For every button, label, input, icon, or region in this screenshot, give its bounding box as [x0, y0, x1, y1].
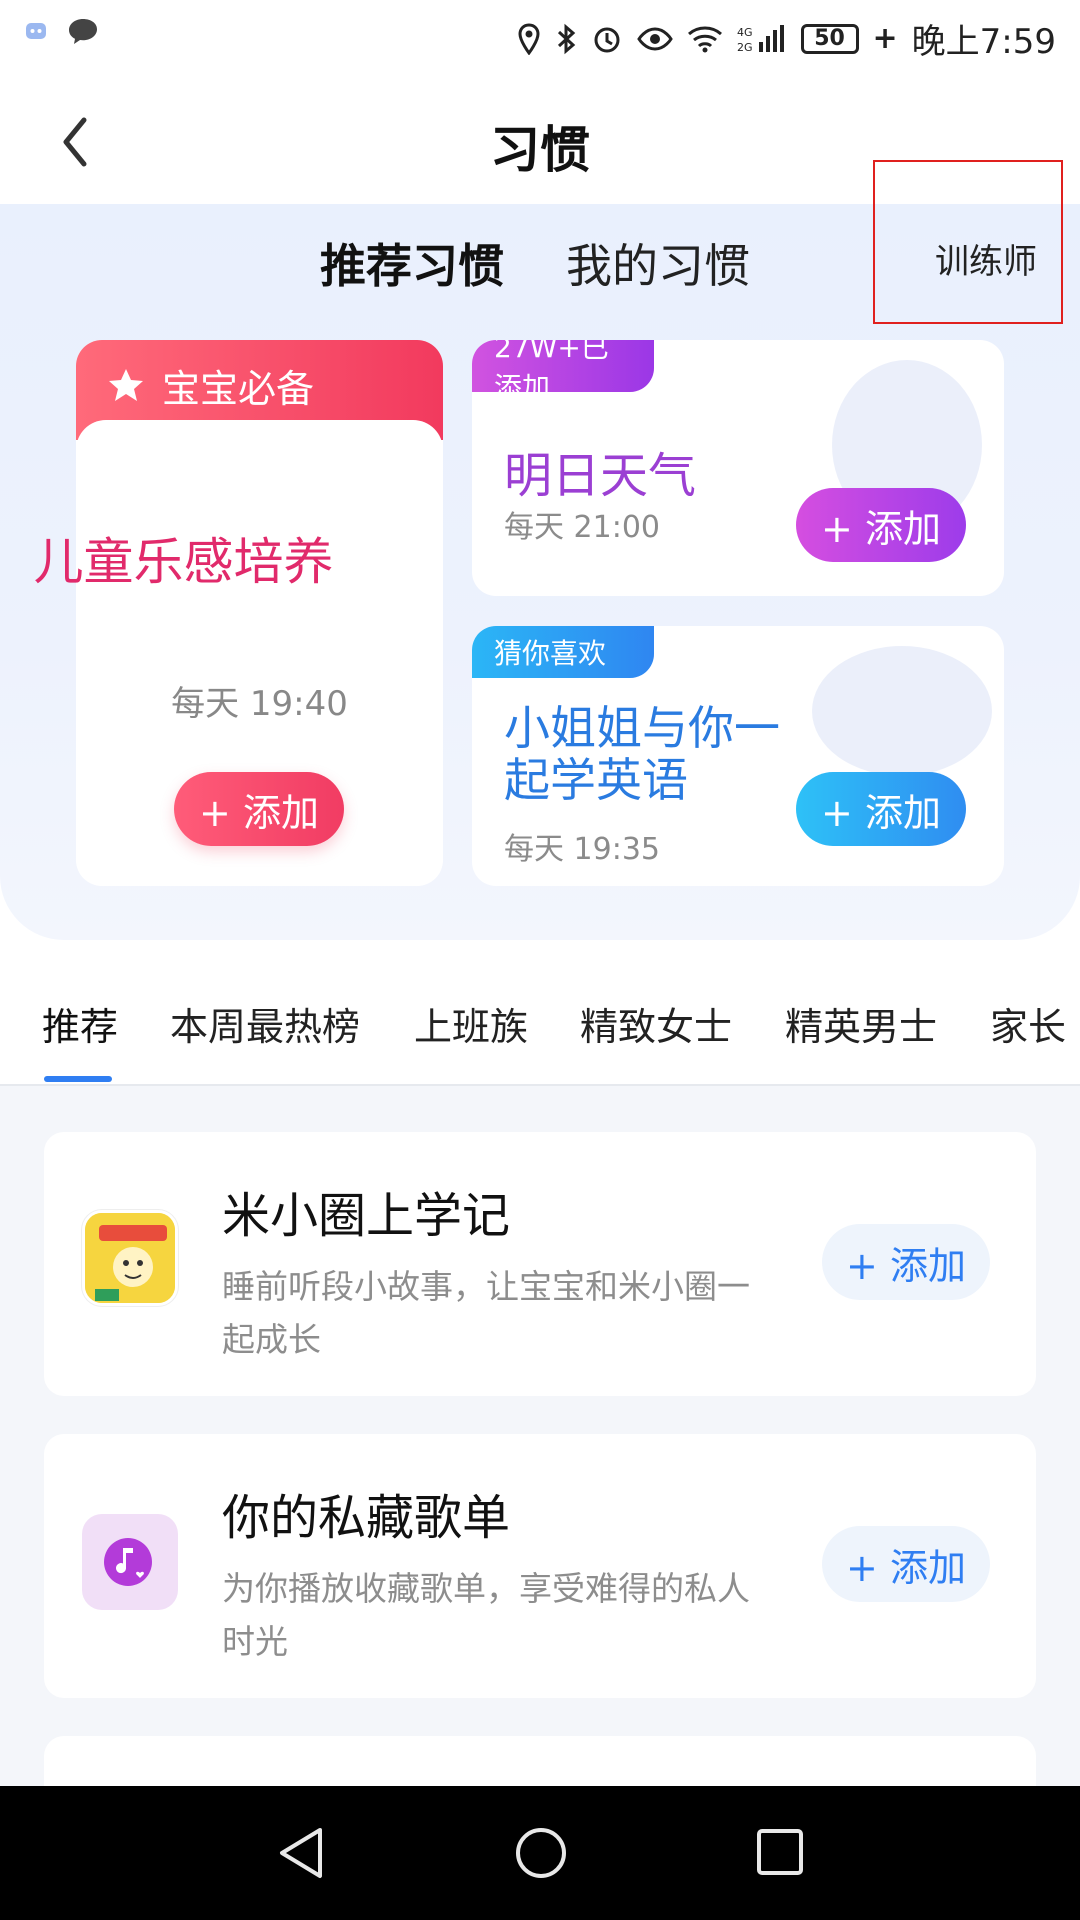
category-tabs: 推荐 本周最热榜 上班族 精致女士 精英男士 家长	[0, 996, 1080, 1086]
wifi-icon	[687, 26, 722, 52]
eye-icon	[636, 26, 673, 51]
status-left-icons	[24, 16, 100, 46]
nav-recents-icon[interactable]	[756, 1828, 804, 1876]
status-right-icons: 4G 2G 50 + 晚上7:59	[517, 14, 1056, 63]
habit-list: 米小圈上学记 睡前听段小故事，让宝宝和米小圈一起成长 + 添加 你的私藏歌单 为…	[0, 1086, 1080, 1856]
habit-tabs: 推荐习惯 我的习惯	[320, 230, 750, 296]
alarm-icon	[594, 27, 619, 52]
list-add-button[interactable]: + 添加	[822, 1526, 990, 1602]
battery-indicator: 50	[800, 23, 859, 54]
star-icon	[109, 369, 143, 401]
featured-card-badge: 宝宝必备	[162, 367, 315, 411]
book-cover-icon	[82, 1210, 178, 1306]
weather-habit-card[interactable]: 27W+已添加 明日天气 每天 21:00 + 添加	[472, 340, 1004, 596]
english-habit-card[interactable]: 猜你喜欢 小姐姐与你一起学英语 每天 19:35 + 添加	[472, 626, 1004, 886]
tab-recommended-habits[interactable]: 推荐习惯	[320, 230, 504, 296]
nav-home-icon[interactable]	[514, 1826, 568, 1880]
category-tab-office-workers[interactable]: 上班族	[414, 996, 528, 1051]
list-add-button[interactable]: + 添加	[822, 1224, 990, 1300]
status-time: 晚上7:59	[911, 22, 1056, 62]
category-tab-ladies[interactable]: 精致女士	[580, 996, 732, 1051]
signal-icon: 4G2G	[737, 24, 784, 54]
english-card-badge: 猜你喜欢	[472, 626, 654, 678]
location-icon	[517, 22, 540, 55]
bluetooth-icon	[557, 23, 575, 54]
english-card-time: 每天 19:35	[504, 832, 660, 867]
category-tab-weekly-hot[interactable]: 本周最热榜	[170, 996, 360, 1051]
featured-add-button[interactable]: + 添加	[174, 772, 344, 846]
active-tab-indicator	[44, 1076, 112, 1082]
highlight-box	[873, 160, 1063, 324]
weather-card-time: 每天 21:00	[504, 510, 660, 545]
category-tab-parents[interactable]: 家长	[990, 996, 1066, 1051]
weather-card-badge: 27W+已添加	[472, 340, 654, 404]
nav-back-icon[interactable]	[276, 1826, 328, 1880]
featured-card-time: 每天 19:40	[171, 684, 348, 724]
english-card-title: 小姐姐与你一起学英语	[504, 701, 780, 807]
svg-text:4G: 4G	[737, 26, 753, 39]
decorative-cloud-shape	[812, 646, 992, 776]
weather-card-title: 明日天气	[504, 448, 697, 504]
list-item-desc: 睡前听段小故事，让宝宝和米小圈一起成长	[222, 1267, 750, 1359]
english-add-button[interactable]: + 添加	[796, 772, 966, 846]
svg-text:2G: 2G	[737, 41, 753, 54]
list-item[interactable]: 米小圈上学记 睡前听段小故事，让宝宝和米小圈一起成长 + 添加	[44, 1132, 1036, 1396]
chat-bubble-icon	[69, 19, 97, 44]
category-tab-recommended[interactable]: 推荐	[42, 996, 118, 1051]
list-item[interactable]: 你的私藏歌单 为你播放收藏歌单，享受难得的私人时光 + 添加	[44, 1434, 1036, 1698]
charging-plus-icon: +	[872, 21, 898, 56]
tab-my-habits[interactable]: 我的习惯	[566, 230, 750, 296]
system-nav-bar	[0, 1786, 1080, 1920]
category-tab-gentlemen[interactable]: 精英男士	[785, 996, 937, 1051]
list-item-desc: 为你播放收藏歌单，享受难得的私人时光	[222, 1569, 750, 1661]
featured-card-title: 儿童乐感培养	[33, 533, 334, 591]
robot-app-icon	[26, 23, 46, 39]
weather-add-button[interactable]: + 添加	[796, 488, 966, 562]
list-item-title: 米小圈上学记	[222, 1188, 511, 1244]
music-heart-icon	[82, 1514, 178, 1610]
list-item-title: 你的私藏歌单	[222, 1490, 511, 1546]
status-bar: 4G 2G 50 + 晚上7:59	[0, 0, 1080, 72]
